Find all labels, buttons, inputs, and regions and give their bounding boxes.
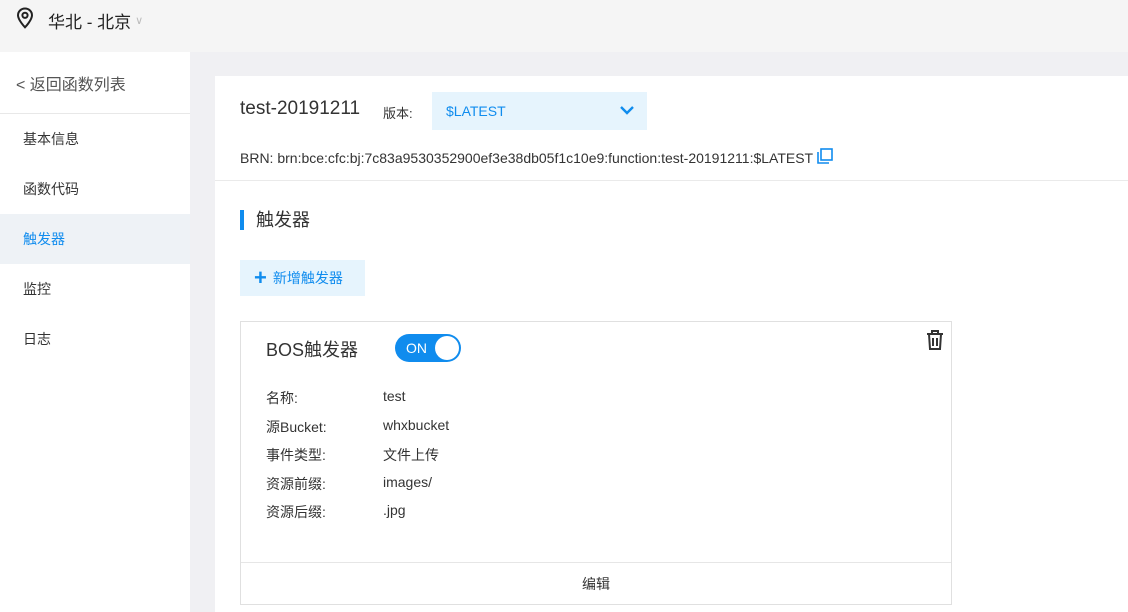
toggle-knob xyxy=(435,336,459,360)
sidebar-item-monitoring[interactable]: 监控 xyxy=(0,264,190,314)
detail-row: 名称: test xyxy=(266,388,449,417)
sidebar: < 返回函数列表 基本信息 函数代码 触发器 监控 日志 xyxy=(0,52,190,612)
sidebar-item-basic-info[interactable]: 基本信息 xyxy=(0,114,190,164)
edit-button[interactable]: 编辑 xyxy=(241,562,951,604)
copy-icon[interactable] xyxy=(817,148,833,167)
detail-key: 名称: xyxy=(266,390,298,406)
detail-key: 资源后缀: xyxy=(266,504,326,520)
chevron-down-icon xyxy=(619,103,635,120)
trigger-details: 名称: test 源Bucket: whxbucket 事件类型: 文件上传 资源前缀… xyxy=(266,388,449,531)
main-panel: test-20191211 版本: $LATEST BRN: brn:bce:c… xyxy=(215,76,1128,612)
detail-row: 资源后缀: .jpg xyxy=(266,502,449,531)
toggle-label: ON xyxy=(406,340,427,356)
function-name: test-20191211 xyxy=(240,98,361,119)
detail-value: 文件上传 xyxy=(383,447,439,463)
sidebar-item-function-code[interactable]: 函数代码 xyxy=(0,164,190,214)
trigger-toggle[interactable]: ON xyxy=(395,334,461,362)
back-to-function-list-link[interactable]: < 返回函数列表 xyxy=(0,52,190,114)
sidebar-item-triggers[interactable]: 触发器 xyxy=(0,214,190,264)
trigger-title: BOS触发器 xyxy=(266,340,359,360)
sidebar-item-logs[interactable]: 日志 xyxy=(0,314,190,364)
region-label: 华北 - 北京 xyxy=(48,12,132,32)
detail-row: 源Bucket: whxbucket xyxy=(266,417,449,446)
trigger-card: BOS触发器 ON 名称: test 源Bucket: whxbucket 事件类型… xyxy=(240,321,952,605)
location-pin-icon xyxy=(16,6,34,34)
brn-value: BRN: brn:bce:cfc:bj:7c83a9530352900ef3e3… xyxy=(240,149,814,166)
top-bar: 华北 - 北京 ∨ xyxy=(0,0,1128,52)
trash-icon[interactable] xyxy=(925,329,945,356)
detail-value: images/ xyxy=(383,473,433,490)
detail-key: 资源前缀: xyxy=(266,475,326,492)
detail-key: 事件类型: xyxy=(266,447,326,463)
region-selector[interactable]: 华北 - 北京 ∨ xyxy=(16,6,144,34)
section-title: 触发器 xyxy=(240,210,310,230)
add-trigger-label: 新增触发器 xyxy=(272,270,343,286)
detail-value: whxbucket xyxy=(383,416,450,433)
brn-text: BRN: brn:bce:cfc:bj:7c83a9530352900ef3e3… xyxy=(240,148,833,167)
detail-key: 源Bucket: xyxy=(266,418,327,435)
detail-value: .jpg xyxy=(383,502,406,518)
chevron-down-icon: ∨ xyxy=(135,14,144,27)
detail-value: test xyxy=(383,388,406,404)
detail-row: 资源前缀: images/ xyxy=(266,474,449,503)
version-value: $LATEST xyxy=(446,103,506,119)
function-header: test-20191211 版本: $LATEST BRN: brn:bce:c… xyxy=(215,76,1128,181)
plus-icon: + xyxy=(254,265,267,290)
version-label: 版本: xyxy=(383,106,413,121)
detail-row: 事件类型: 文件上传 xyxy=(266,445,449,474)
add-trigger-button[interactable]: + 新增触发器 xyxy=(240,260,365,296)
version-select[interactable]: $LATEST xyxy=(432,92,647,130)
